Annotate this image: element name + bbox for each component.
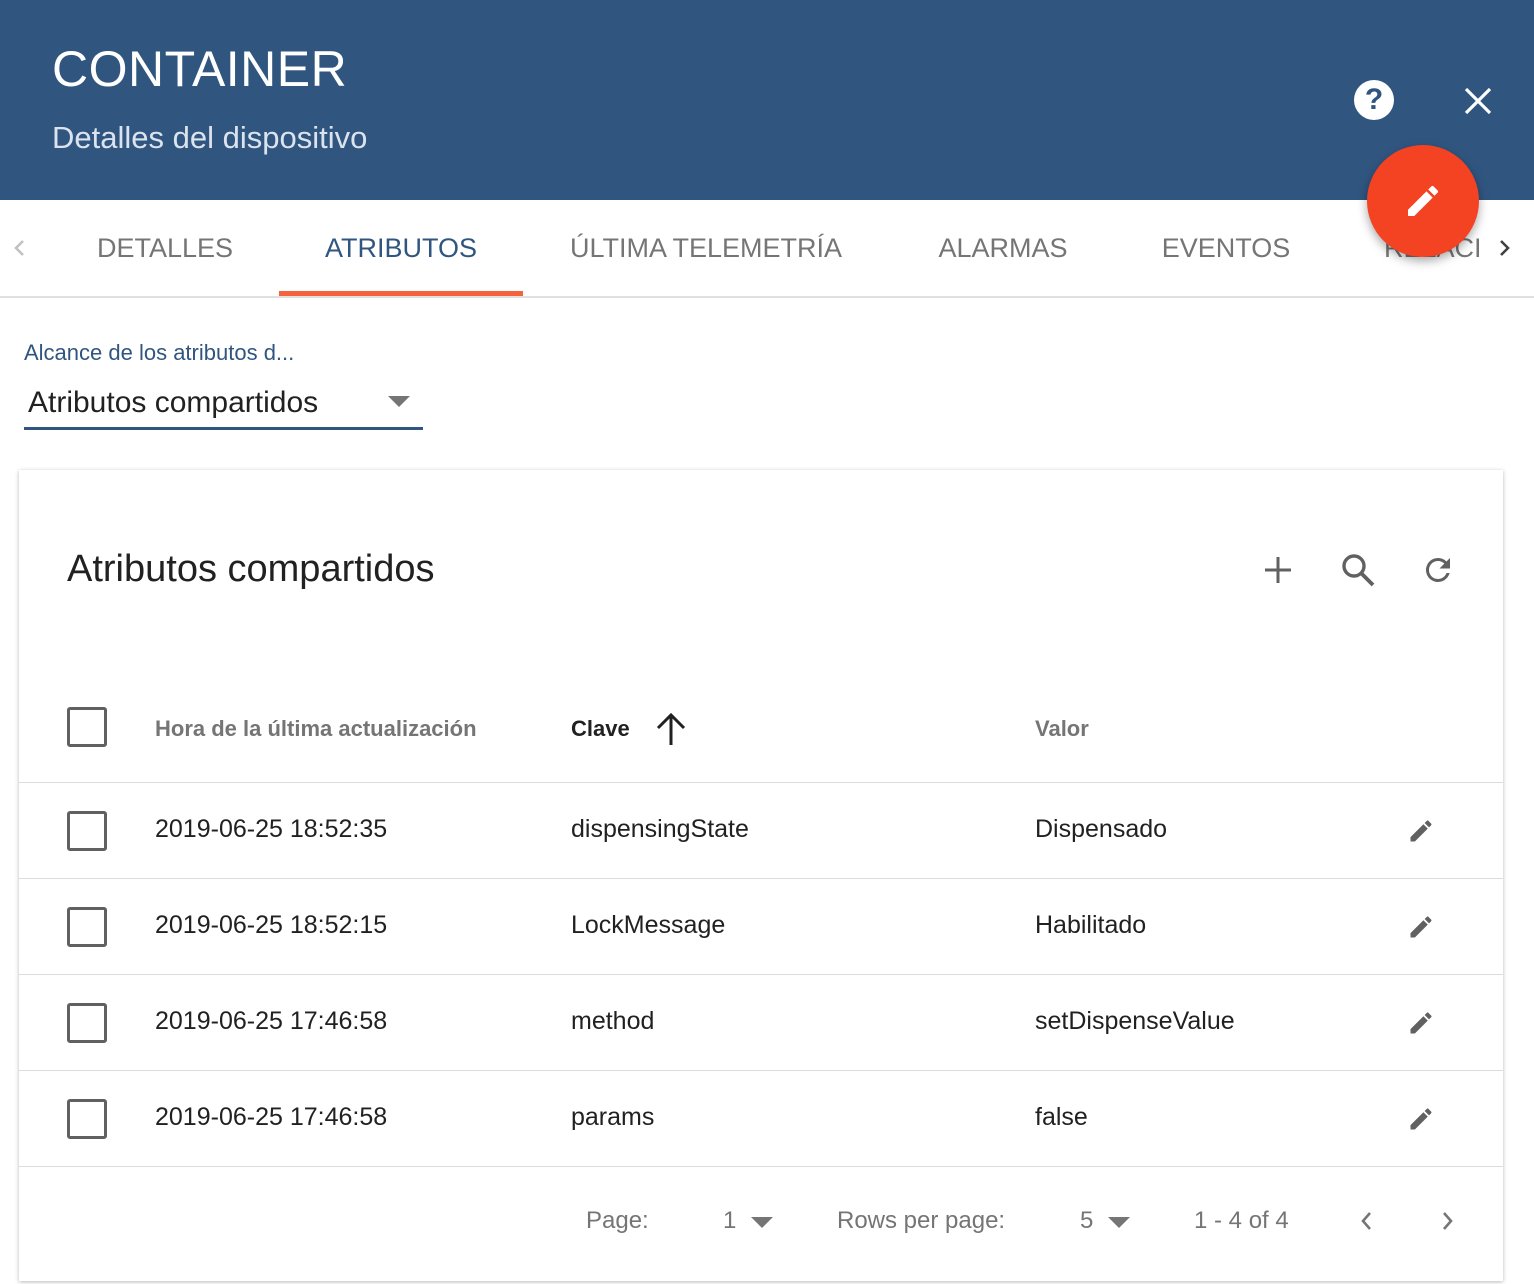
edit-row-button[interactable] [1403, 1005, 1439, 1041]
cell-time: 2019-06-25 17:46:58 [155, 1103, 388, 1131]
tab-bar: DETALLES ATRIBUTOS ÚLTIMA TELEMETRÍA ALA… [0, 200, 1534, 298]
chevron-right-icon [1443, 1212, 1453, 1230]
edit-row-button[interactable] [1403, 813, 1439, 849]
dropdown-arrow-icon [1108, 1217, 1130, 1228]
rows-per-page-value: 5 [1080, 1207, 1094, 1234]
rows-per-page-label: Rows per page: [837, 1207, 1006, 1234]
tabs-scroll-left-button[interactable] [0, 228, 40, 268]
pencil-icon [1410, 1108, 1432, 1130]
pencil-icon [1410, 916, 1432, 938]
page-label: Page: [586, 1207, 649, 1234]
page-select-value: 1 [723, 1207, 737, 1234]
add-icon [1265, 557, 1291, 583]
edit-fab-button[interactable] [1367, 145, 1479, 257]
previous-page-button[interactable] [1349, 1203, 1385, 1239]
search-button[interactable] [1336, 548, 1380, 592]
chevron-left-icon [14, 240, 24, 256]
cell-value: false [1035, 1103, 1088, 1131]
refresh-icon [1425, 558, 1450, 582]
add-attribute-button[interactable] [1256, 548, 1300, 592]
device-subtitle: Detalles del dispositivo [52, 120, 368, 155]
column-header-time[interactable]: Hora de la última actualización [155, 716, 477, 742]
cell-value: Dispensado [1035, 815, 1168, 843]
row-checkbox[interactable] [67, 811, 107, 851]
cell-value: setDispenseValue [1035, 1007, 1235, 1035]
cell-time: 2019-06-25 18:52:15 [155, 911, 388, 939]
cell-time: 2019-06-25 18:52:35 [155, 815, 388, 843]
cell-key: LockMessage [571, 911, 726, 939]
pencil-icon [1410, 820, 1432, 842]
search-icon [1342, 554, 1375, 587]
pagination-bar: Page: 1 Rows per page: 5 1 - 4 of 4 [19, 1167, 1503, 1281]
row-checkbox[interactable] [67, 1099, 107, 1139]
edit-row-button[interactable] [1403, 909, 1439, 945]
close-icon [1464, 87, 1492, 115]
tab-eventos[interactable]: EVENTOS [1136, 200, 1316, 296]
rows-per-page-select[interactable]: 5 [1080, 1203, 1150, 1239]
select-all-checkbox[interactable] [67, 707, 107, 747]
refresh-button[interactable] [1416, 548, 1460, 592]
cell-key: dispensingState [571, 815, 749, 843]
dropdown-arrow-icon [751, 1217, 773, 1228]
table-row[interactable]: 2019-06-25 17:46:58 method setDispenseVa… [19, 975, 1503, 1071]
scope-selected-value: Atributos compartidos [28, 386, 319, 419]
dropdown-arrow-icon [388, 396, 410, 407]
scope-label: Alcance de los atributos d... [24, 340, 295, 365]
pencil-icon [1410, 1012, 1432, 1034]
pencil-icon [1408, 185, 1439, 216]
page-select[interactable]: 1 [723, 1203, 793, 1239]
cell-time: 2019-06-25 17:46:58 [155, 1007, 388, 1035]
arrow-up-icon[interactable] [653, 711, 689, 747]
page-range: 1 - 4 of 4 [1194, 1207, 1289, 1234]
chevron-left-icon [1361, 1212, 1371, 1230]
help-circle-icon: ? [1364, 83, 1384, 116]
scope-select[interactable]: Atributos compartidos [24, 380, 423, 430]
row-checkbox[interactable] [67, 907, 107, 947]
table-row[interactable]: 2019-06-25 18:52:35 dispensingState Disp… [19, 783, 1503, 879]
column-header-value[interactable]: Valor [1035, 716, 1089, 742]
help-button[interactable]: ? [1354, 80, 1394, 120]
next-page-button[interactable] [1429, 1203, 1465, 1239]
row-checkbox[interactable] [67, 1003, 107, 1043]
table-row[interactable]: 2019-06-25 18:52:15 LockMessage Habilita… [19, 879, 1503, 975]
card-title: Atributos compartidos [67, 548, 435, 590]
tabs-scroll-right-button[interactable] [1484, 228, 1524, 268]
table-row[interactable]: 2019-06-25 17:46:58 params false [19, 1071, 1503, 1167]
active-tab-indicator [279, 291, 523, 296]
column-header-key[interactable]: Clave [571, 716, 630, 742]
tab-alarmas[interactable]: ALARMAS [914, 200, 1092, 296]
dialog-header: CONTAINER Detalles del dispositivo ? [0, 0, 1534, 200]
attributes-card: Atributos compartidos Hora de la última … [19, 470, 1503, 1281]
device-title: CONTAINER [52, 41, 348, 97]
table-header: Hora de la última actualización Clave Va… [19, 678, 1503, 783]
cell-value: Habilitado [1035, 911, 1147, 939]
tab-detalles[interactable]: DETALLES [82, 200, 248, 296]
cell-key: method [571, 1007, 655, 1035]
edit-row-button[interactable] [1403, 1101, 1439, 1137]
cell-key: params [571, 1103, 655, 1131]
tab-ultima-telemetria[interactable]: ÚLTIMA TELEMETRÍA [548, 200, 864, 296]
close-button[interactable] [1455, 78, 1501, 124]
chevron-right-icon [1500, 240, 1510, 256]
tab-atributos[interactable]: ATRIBUTOS [279, 200, 523, 296]
